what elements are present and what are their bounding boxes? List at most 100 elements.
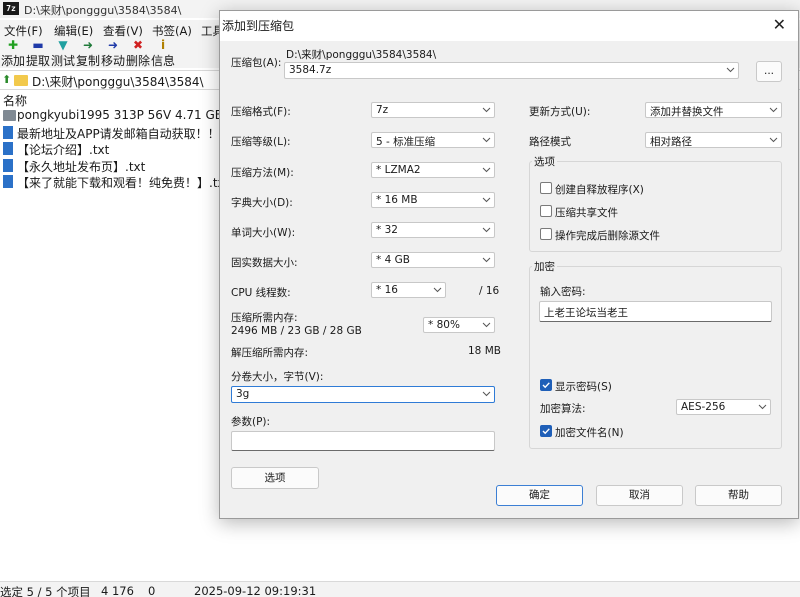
chevron-down-icon — [758, 402, 767, 411]
menu-view[interactable]: 查看(V) — [103, 23, 143, 39]
dialog-title: 添加到压缩包 — [222, 19, 295, 33]
browse-button[interactable]: ... — [756, 61, 782, 82]
chevron-down-icon — [482, 195, 491, 204]
file-name: 【永久地址发布页】.txt — [17, 159, 146, 174]
delete-button[interactable]: ✖ 删除 — [125, 38, 151, 68]
parameters-input[interactable] — [231, 431, 495, 451]
split-size-combo[interactable]: 3g — [231, 386, 495, 403]
status-bar: 选定 5 / 5 个项目 4 176 0 2025-09-12 09:19:31 — [0, 581, 800, 597]
show-password-checkbox[interactable] — [540, 379, 552, 391]
list-item[interactable]: 【论坛介绍】.txt — [0, 140, 230, 157]
help-button[interactable]: 帮助 — [695, 485, 782, 506]
chevron-down-icon — [482, 225, 491, 234]
text-file-icon — [3, 142, 13, 155]
chevron-down-icon — [433, 285, 442, 294]
archive-name-combo[interactable]: 3584.7z — [284, 62, 739, 79]
format-value: 7z — [376, 104, 389, 116]
menu-file[interactable]: 文件(F) — [4, 23, 43, 39]
menu-edit[interactable]: 编辑(E) — [54, 23, 93, 39]
sfx-checkbox[interactable] — [540, 182, 552, 194]
delete-label: 删除 — [125, 54, 150, 68]
delete-after-label: 操作完成后删除源文件 — [555, 230, 660, 242]
delete-after-checkbox[interactable] — [540, 228, 552, 240]
text-file-icon — [3, 175, 13, 188]
file-name: 【论坛介绍】.txt — [17, 143, 110, 157]
method-select[interactable]: * LZMA2 — [371, 162, 495, 178]
move-label: 移动 — [100, 54, 125, 68]
path-mode-value: 相对路径 — [650, 136, 692, 148]
move-icon: ➜ — [107, 38, 119, 52]
show-password-label: 显示密码(S) — [555, 381, 612, 393]
format-select[interactable]: 7z — [371, 102, 495, 118]
add-button[interactable]: ✚ 添加 — [0, 38, 26, 68]
password-label: 输入密码: — [540, 286, 586, 298]
encrypt-names-label: 加密文件名(N) — [555, 427, 624, 439]
split-size-label: 分卷大小，字节(V): — [231, 371, 324, 383]
ok-button[interactable]: 确定 — [496, 485, 583, 506]
memory-usage-select[interactable]: * 80% — [423, 317, 495, 333]
archive-name-value: 3584.7z — [289, 64, 332, 76]
copy-button[interactable]: ➜ 复制 — [75, 38, 101, 68]
up-folder-icon[interactable]: ⬆ — [2, 73, 11, 86]
close-icon[interactable]: ✕ — [773, 15, 786, 34]
dictionary-label: 字典大小(D): — [231, 197, 293, 209]
compress-memory-detail: 2496 MB / 23 GB / 28 GB — [231, 325, 362, 337]
solid-block-label: 固实数据大小: — [231, 257, 298, 269]
word-size-select[interactable]: * 32 — [371, 222, 495, 238]
extract-label: 提取 — [25, 54, 50, 68]
file-name: 最新地址及APP请发邮箱自动获取！！！.txt — [17, 126, 253, 141]
delete-icon: ✖ — [132, 38, 144, 52]
method-label: 压缩方法(M): — [231, 167, 294, 179]
info-button[interactable]: i 信息 — [150, 38, 176, 68]
parameters-label: 参数(P): — [231, 416, 271, 428]
level-label: 压缩等级(L): — [231, 136, 291, 148]
text-file-icon — [3, 125, 13, 139]
menu-bookmarks[interactable]: 书签(A) — [152, 23, 192, 39]
address-path: D:\来财\pongggu\3584\3584\ — [32, 75, 204, 89]
update-mode-select[interactable]: 添加并替换文件 — [645, 102, 782, 118]
encryption-method-label: 加密算法: — [540, 403, 586, 415]
level-select[interactable]: 5 - 标准压缩 — [371, 132, 495, 148]
add-label: 添加 — [0, 54, 25, 68]
format-label: 压缩格式(F): — [231, 106, 291, 118]
list-item[interactable]: 【来了就能下载和观看！纯免费！】.txt — [0, 173, 230, 190]
copy-label: 复制 — [75, 54, 100, 68]
options-button[interactable]: 选项 — [231, 467, 319, 489]
cancel-button[interactable]: 取消 — [596, 485, 683, 506]
extract-button[interactable]: ▬ 提取 — [25, 38, 51, 68]
file-list: pongkyubi1995 313P 56V 4.71 GB 最新地址及APP请… — [0, 107, 252, 190]
shared-files-checkbox[interactable] — [540, 205, 552, 217]
level-value: 5 - 标准压缩 — [376, 136, 436, 148]
chevron-down-icon — [482, 105, 491, 114]
sfx-label: 创建自释放程序(X) — [555, 184, 644, 196]
extract-icon: ▬ — [32, 38, 44, 52]
encrypt-names-checkbox[interactable] — [540, 425, 552, 437]
list-item[interactable]: 【永久地址发布页】.txt — [0, 157, 230, 174]
solid-block-select[interactable]: * 4 GB — [371, 252, 495, 268]
encryption-method-value: AES-256 — [681, 401, 726, 413]
move-button[interactable]: ➜ 移动 — [100, 38, 126, 68]
copy-icon: ➜ — [82, 38, 94, 52]
dialog-titlebar: 添加到压缩包 ✕ — [220, 11, 798, 41]
archive-label: 压缩包(A): — [231, 57, 282, 69]
dictionary-select[interactable]: * 16 MB — [371, 192, 495, 208]
threads-label: CPU 线程数: — [231, 287, 291, 299]
status-selection: 选定 5 / 5 个项目 — [0, 585, 91, 597]
encryption-method-select[interactable]: AES-256 — [676, 399, 771, 415]
password-value: 上老王论坛当老王 — [544, 307, 628, 319]
threads-select[interactable]: * 16 — [371, 282, 446, 298]
status-modified: 2025-09-12 09:19:31 — [194, 584, 317, 597]
chevron-down-icon — [482, 135, 491, 144]
threads-value: * 16 — [376, 284, 398, 296]
chevron-down-icon — [482, 255, 491, 264]
test-button[interactable]: ▼ 测试 — [50, 38, 76, 68]
list-item[interactable]: pongkyubi1995 313P 56V 4.71 GB — [0, 107, 230, 124]
add-to-archive-dialog: 添加到压缩包 ✕ 压缩包(A): D:\来财\pongggu\3584\3584… — [219, 10, 799, 519]
update-mode-label: 更新方式(U): — [529, 106, 591, 118]
path-mode-select[interactable]: 相对路径 — [645, 132, 782, 148]
list-item[interactable]: 最新地址及APP请发邮箱自动获取！！！.txt — [0, 124, 252, 141]
password-input[interactable]: 上老王论坛当老王 — [539, 301, 772, 322]
method-value: * LZMA2 — [376, 164, 421, 176]
chevron-down-icon — [482, 320, 491, 329]
chevron-down-icon — [726, 65, 735, 74]
